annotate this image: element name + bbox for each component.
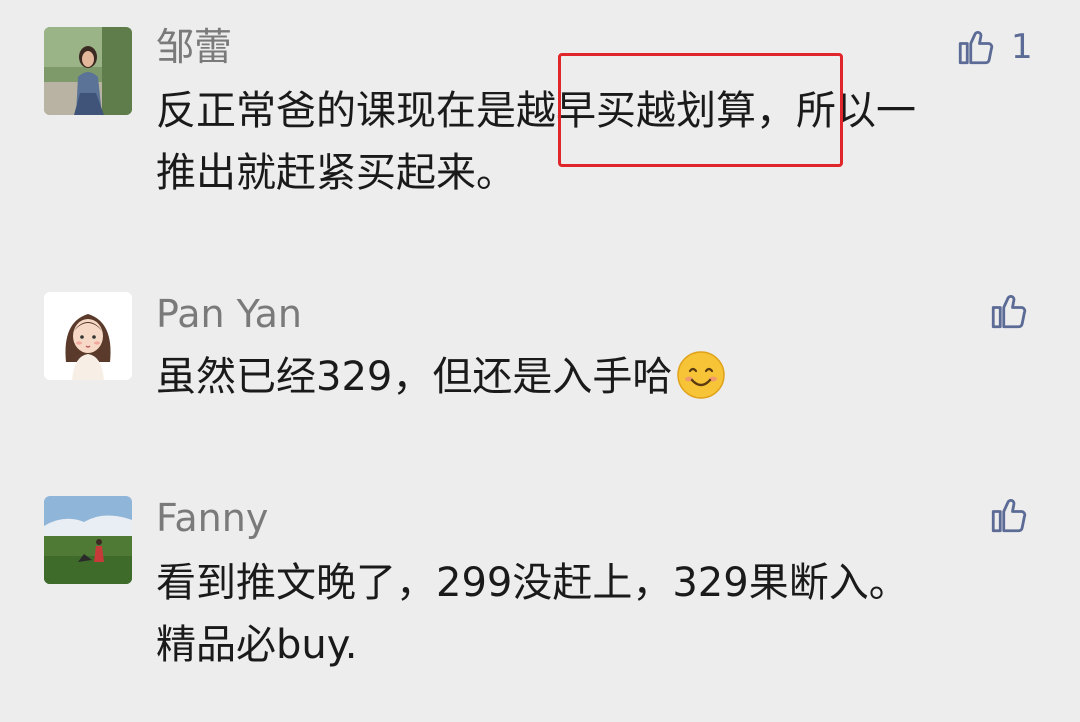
comment-line: 精品必buy. bbox=[156, 622, 358, 668]
avatar[interactable] bbox=[44, 27, 132, 115]
cartoon-girl-avatar-icon bbox=[44, 292, 132, 380]
highlight-box bbox=[558, 53, 843, 167]
comment-line: 看到推文晚了，299没赶上，329果断入。 bbox=[156, 560, 909, 606]
like-button[interactable]: 1 bbox=[955, 26, 1033, 68]
commenter-name[interactable]: 邹蕾 bbox=[156, 25, 232, 69]
landscape-photo-avatar-icon bbox=[44, 496, 132, 584]
comment-list: 邹蕾 1 反正常爸的课现在是越早买越划算，所以一 推出就赶紧买起来。 Pan Y… bbox=[0, 0, 1080, 722]
like-button[interactable] bbox=[988, 494, 1030, 536]
woman-portrait-avatar-icon bbox=[44, 27, 132, 115]
thumbs-up-icon bbox=[991, 294, 1027, 329]
smiling-face-emoji-icon bbox=[676, 350, 726, 418]
comment-line: 虽然已经329，但还是入手哈 bbox=[156, 354, 673, 400]
avatar[interactable] bbox=[44, 292, 132, 380]
thumbs-up-icon bbox=[958, 30, 994, 65]
thumbs-up-icon bbox=[991, 498, 1027, 533]
comment-item: Pan Yan 虽然已经329，但还是入手哈 bbox=[0, 260, 1080, 460]
comment-text: 看到推文晚了，299没赶上，329果断入。 精品必buy. bbox=[156, 552, 1036, 676]
comment-item: 邹蕾 1 反正常爸的课现在是越早买越划算，所以一 推出就赶紧买起来。 bbox=[0, 0, 1080, 260]
avatar[interactable] bbox=[44, 496, 132, 584]
like-count: 1 bbox=[1011, 27, 1033, 67]
commenter-name[interactable]: Pan Yan bbox=[156, 292, 302, 336]
like-button[interactable] bbox=[988, 290, 1030, 332]
commenter-name[interactable]: Fanny bbox=[156, 496, 268, 540]
comment-item: Fanny 看到推文晚了，299没赶上，329果断入。 精品必buy. bbox=[0, 460, 1080, 722]
comment-text: 虽然已经329，但还是入手哈 bbox=[156, 346, 1036, 418]
